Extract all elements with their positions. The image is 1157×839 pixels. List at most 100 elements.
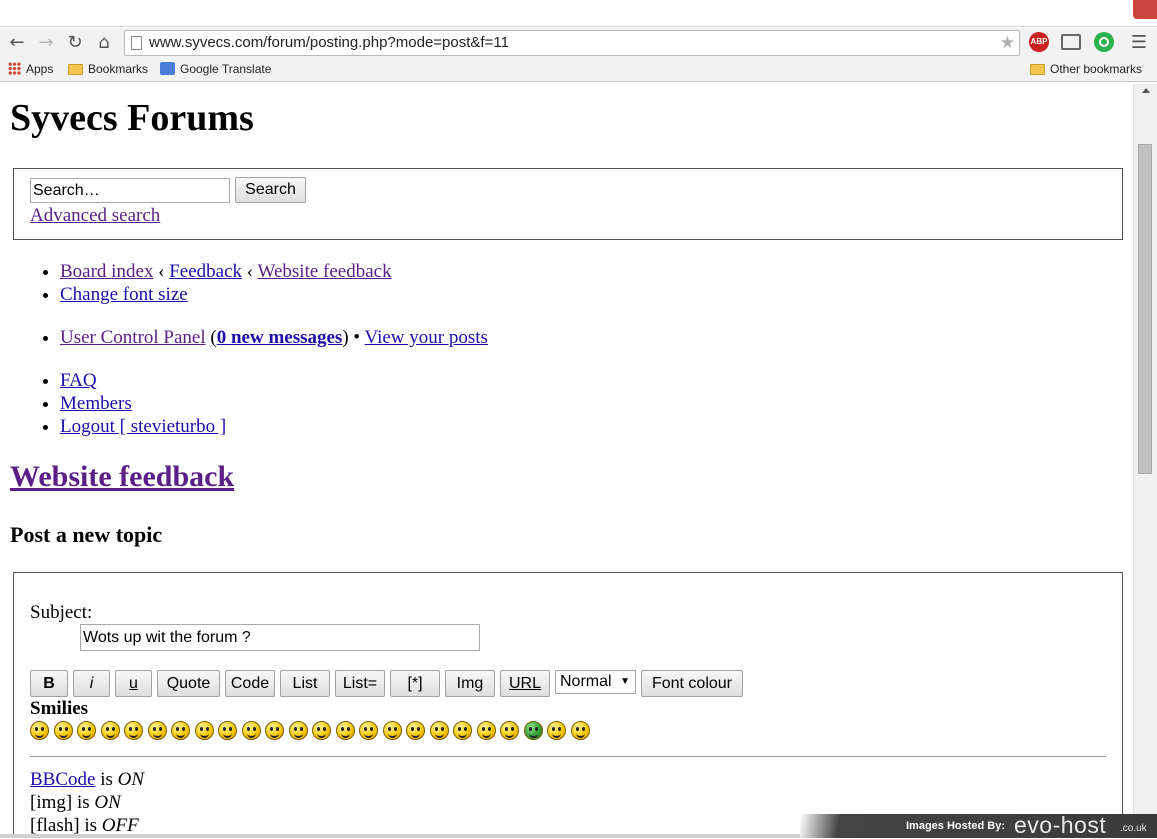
logout-link[interactable]: Logout [ stevieturbo ]	[60, 416, 226, 437]
smiley-icon[interactable]	[453, 721, 472, 740]
grammarly-extension-icon[interactable]	[1094, 32, 1114, 52]
smiley-icon[interactable]	[100, 721, 120, 740]
view-your-posts-link[interactable]: View your posts	[365, 327, 488, 348]
smiley-icon[interactable]	[523, 721, 543, 740]
faq-link[interactable]: FAQ	[60, 370, 97, 391]
smiley-icon[interactable]	[241, 721, 261, 740]
list-item-button[interactable]: [*]	[390, 670, 440, 697]
smiley-icon[interactable]	[265, 721, 284, 740]
scroll-up-arrow-icon[interactable]	[1142, 88, 1150, 93]
user-control-panel-link[interactable]: User Control Panel	[60, 327, 206, 348]
cast-icon[interactable]	[1061, 34, 1081, 50]
underline-button[interactable]: u	[115, 670, 152, 697]
smiley-icon[interactable]	[30, 721, 49, 740]
hamburger-menu-icon[interactable]: ☰	[1127, 31, 1151, 55]
bookmark-star-icon[interactable]: ★	[1000, 31, 1015, 55]
bbcode-link[interactable]: BBCode	[30, 769, 95, 790]
home-icon[interactable]: ⌂	[92, 31, 116, 55]
forum-heading-link[interactable]: Website feedback	[10, 460, 234, 493]
status-suffix: is	[76, 792, 90, 813]
subject-input[interactable]	[80, 624, 480, 651]
new-messages-link[interactable]: 0 new messages	[217, 327, 343, 348]
status-suffix: is	[84, 815, 98, 836]
breadcrumb-feedback[interactable]: Feedback	[169, 261, 242, 282]
img-button[interactable]: Img	[445, 670, 495, 697]
list-item: Logout [ stevieturbo ]	[60, 415, 226, 438]
subject-label: Subject:	[30, 602, 93, 623]
code-button[interactable]: Code	[225, 670, 275, 697]
status-suffix: is	[100, 769, 113, 790]
smiley-icon[interactable]	[194, 721, 214, 740]
smiley-icon[interactable]	[147, 721, 167, 740]
smiley-icon[interactable]	[171, 721, 190, 740]
search-button[interactable]: Search	[235, 177, 306, 203]
browser-bottom-strip	[0, 834, 800, 838]
breadcrumb-list: Board index ‹ Feedback ‹ Website feedbac…	[0, 260, 392, 306]
font-size-select[interactable]: Normal ▼	[555, 670, 636, 694]
list-button[interactable]: List	[280, 670, 330, 697]
smilies-label: Smilies	[30, 698, 89, 719]
adblock-extension-icon[interactable]: ABP	[1029, 32, 1049, 52]
post-form: Subject: B i u Quote Code List List= [*]…	[13, 572, 1123, 838]
smiley-icon[interactable]	[570, 721, 590, 740]
user-links-list: User Control Panel (0 new messages) • Vi…	[0, 326, 488, 349]
address-bar-url: www.syvecs.com/forum/posting.php?mode=po…	[149, 34, 509, 51]
smiley-icon[interactable]	[77, 721, 96, 740]
smiley-icon[interactable]	[218, 721, 237, 740]
scrollbar-thumb[interactable]	[1138, 144, 1152, 474]
status-value: ON	[94, 792, 121, 813]
status-label: [img]	[30, 792, 73, 813]
address-bar[interactable]: www.syvecs.com/forum/posting.php?mode=po…	[124, 30, 1020, 56]
forward-arrow-icon[interactable]: →	[34, 31, 58, 55]
reload-icon[interactable]: ↻	[63, 31, 87, 55]
other-bookmarks-folder[interactable]: Other bookmarks	[1030, 62, 1142, 76]
page-scrollbar[interactable]	[1133, 84, 1157, 838]
font-colour-button[interactable]: Font colour	[641, 670, 743, 697]
smiley-icon[interactable]	[288, 721, 308, 740]
smiley-icon[interactable]	[406, 721, 425, 740]
breadcrumb-website-feedback[interactable]: Website feedback	[258, 261, 392, 282]
form-divider	[30, 756, 1106, 757]
search-box: Search Advanced search	[13, 168, 1123, 240]
breadcrumb-board-index[interactable]: Board index	[60, 261, 153, 282]
breadcrumb-separator: ‹	[246, 261, 254, 282]
smiley-icon[interactable]	[53, 721, 73, 740]
smiley-icon[interactable]	[500, 721, 519, 740]
smiley-icon[interactable]	[476, 721, 496, 740]
smiley-icon[interactable]	[312, 721, 331, 740]
smiley-icon[interactable]	[359, 721, 378, 740]
google-translate-icon	[160, 62, 175, 75]
advanced-search-link[interactable]: Advanced search	[30, 205, 160, 227]
quote-button[interactable]: Quote	[157, 670, 220, 697]
browser-toolbar: ← → ↻ ⌂ www.syvecs.com/forum/posting.php…	[0, 28, 1157, 58]
status-value: ON	[117, 769, 145, 790]
main-links-list: FAQ Members Logout [ stevieturbo ]	[0, 369, 226, 438]
smiley-icon[interactable]	[547, 721, 566, 740]
window-close-button[interactable]	[1133, 0, 1157, 19]
smiley-icon[interactable]	[429, 721, 449, 740]
bookmark-folder-bookmarks[interactable]: Bookmarks	[68, 62, 148, 76]
back-arrow-icon[interactable]: ←	[5, 31, 29, 55]
font-size-select-value: Normal	[560, 673, 612, 690]
search-input[interactable]	[30, 178, 230, 203]
list-item: Members	[60, 392, 226, 415]
url-button[interactable]: URL	[500, 670, 550, 697]
host-brand-tld: .co.uk	[1120, 823, 1147, 834]
smiley-icon[interactable]	[335, 721, 355, 740]
bookmark-google-translate[interactable]: Google Translate	[160, 62, 271, 76]
page-icon	[131, 36, 142, 50]
members-link[interactable]: Members	[60, 393, 132, 414]
page-viewport: Syvecs Forums Search Advanced search Boa…	[0, 84, 1133, 838]
bold-button[interactable]: B	[30, 670, 68, 697]
list-ordered-button[interactable]: List=	[335, 670, 385, 697]
bbcode-status: BBCode is ON	[30, 769, 144, 791]
bookmark-apps[interactable]: Apps	[8, 62, 53, 76]
change-font-size-link[interactable]: Change font size	[60, 284, 188, 305]
hosted-by-label: Images Hosted By:	[906, 820, 1006, 832]
post-heading: Post a new topic	[10, 522, 163, 547]
bookmark-label: Bookmarks	[88, 62, 149, 76]
italic-button[interactable]: i	[73, 670, 110, 697]
folder-icon	[1030, 64, 1045, 75]
smiley-icon[interactable]	[124, 721, 143, 740]
smiley-icon[interactable]	[382, 721, 402, 740]
